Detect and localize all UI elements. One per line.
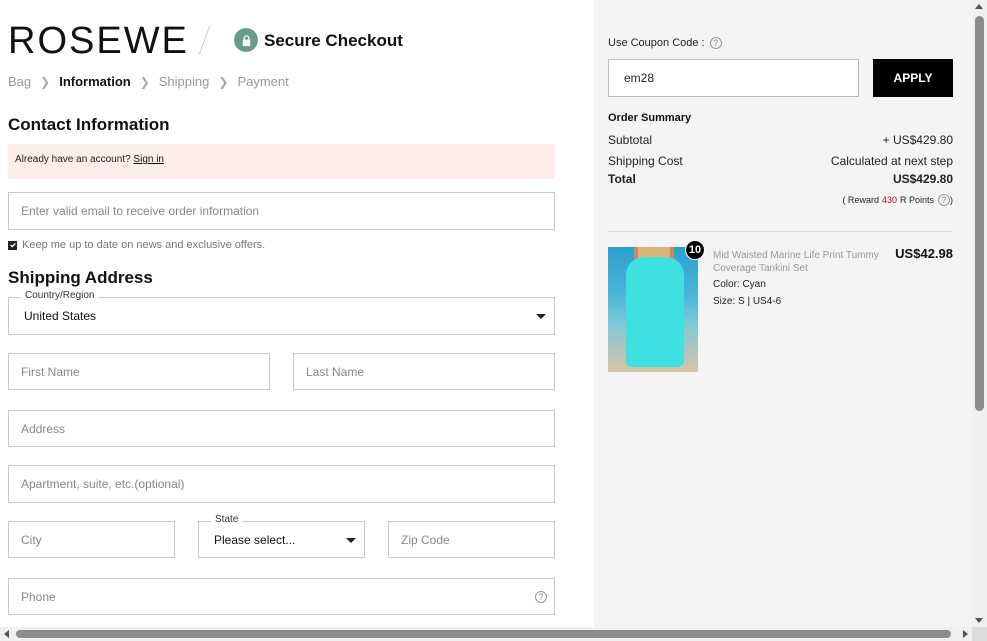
shipping-cost-row: Shipping Cost Calculated at next step	[608, 154, 953, 168]
product-name[interactable]: Mid Waisted Marine Life Print Tummy Cove…	[713, 249, 888, 275]
email-placeholder: Enter valid email to receive order infor…	[21, 204, 260, 218]
caret-down-icon	[536, 314, 546, 319]
account-notice: Already have an account? Sign in	[8, 144, 555, 179]
last-name-field[interactable]: Last Name	[293, 353, 555, 390]
order-summary-title: Order Summary	[608, 112, 692, 124]
header-divider	[198, 25, 211, 55]
address-placeholder: Address	[21, 421, 66, 436]
country-label: Country/Region	[21, 290, 99, 301]
coupon-label: Use Coupon Code : ?	[608, 37, 722, 49]
phone-field[interactable]: Phone ?	[8, 578, 555, 615]
chevron-right-icon: ❯	[40, 74, 51, 89]
contact-title: Contact Information	[8, 115, 170, 134]
email-field[interactable]: Enter valid email to receive order infor…	[8, 192, 555, 230]
breadcrumb-bag[interactable]: Bag	[8, 74, 31, 89]
reward-prefix: ( Reward	[842, 195, 879, 205]
signin-link[interactable]: Sign in	[133, 154, 164, 165]
country-value: United States	[24, 309, 97, 323]
reward-suffix: R Points	[899, 195, 934, 205]
product-price: US$42.98	[895, 246, 953, 261]
subtotal-value: + US$429.80	[882, 133, 953, 147]
help-icon[interactable]: ?	[709, 37, 722, 49]
coupon-label-text: Use Coupon Code :	[608, 37, 705, 49]
scrollbar-corner	[972, 627, 987, 641]
apartment-field[interactable]: Apartment, suite, etc.(optional)	[8, 465, 555, 503]
scroll-down-icon[interactable]	[975, 618, 983, 623]
reward-points: ( Reward 430 R Points ? )	[842, 194, 953, 206]
zip-field[interactable]: Zip Code	[388, 521, 555, 558]
apartment-placeholder: Apartment, suite, etc.(optional)	[21, 477, 185, 491]
chevron-right-icon: ❯	[218, 74, 229, 89]
state-select[interactable]: State Please select...	[198, 514, 365, 558]
summary-divider	[608, 231, 953, 232]
help-icon[interactable]: ?	[938, 194, 950, 206]
subtotal-row: Subtotal + US$429.80	[608, 133, 953, 147]
city-field[interactable]: City	[8, 521, 175, 558]
shipping-title: Shipping Address	[8, 268, 153, 287]
product-size: Size: S | US4-6	[713, 296, 782, 307]
account-notice-text: Already have an account?	[15, 154, 131, 165]
vertical-scroll-thumb[interactable]	[975, 16, 984, 411]
last-name-placeholder: Last Name	[306, 364, 365, 379]
subtotal-label: Subtotal	[608, 133, 653, 147]
breadcrumb-shipping: Shipping	[158, 74, 210, 89]
secure-checkout-label: Secure Checkout	[264, 31, 403, 50]
breadcrumb-information: Information	[59, 74, 131, 89]
state-value: Please select...	[214, 532, 296, 547]
coupon-value: em28	[624, 71, 655, 85]
chevron-right-icon: ❯	[139, 74, 150, 89]
coupon-input[interactable]: em28	[608, 59, 859, 97]
help-icon[interactable]: ?	[535, 590, 547, 603]
total-label: Total	[608, 172, 636, 186]
scroll-up-icon[interactable]	[975, 4, 983, 9]
total-row: Total US$429.80	[608, 172, 953, 186]
address-field[interactable]: Address	[8, 410, 555, 447]
breadcrumb: Bag ❯ Information ❯ Shipping ❯ Payment	[8, 74, 289, 89]
city-placeholder: City	[21, 532, 42, 547]
newsletter-checkbox[interactable]	[8, 240, 17, 250]
apply-coupon-button[interactable]: APPLY	[873, 59, 953, 97]
horizontal-scrollbar[interactable]	[0, 627, 972, 641]
lock-icon	[234, 28, 258, 52]
checkout-page: ROSEWE Secure Checkout Bag ❯ Information…	[0, 0, 987, 641]
first-name-field[interactable]: First Name	[8, 353, 270, 390]
scroll-left-icon[interactable]	[4, 630, 9, 638]
reward-points-value: 430	[881, 195, 897, 205]
caret-down-icon	[346, 537, 356, 543]
total-value: US$429.80	[892, 172, 953, 186]
newsletter-label: Keep me up to date on news and exclusive…	[22, 239, 266, 251]
country-select[interactable]: Country/Region United States	[8, 290, 555, 335]
horizontal-scroll-thumb[interactable]	[16, 630, 951, 638]
phone-placeholder: Phone	[21, 589, 56, 604]
product-color: Color: Cyan	[713, 279, 766, 290]
state-label: State	[211, 514, 243, 525]
product-image[interactable]	[608, 247, 698, 372]
quantity-badge: 10	[685, 240, 705, 260]
order-summary-column: Use Coupon Code : ? em28 APPLY Order Sum…	[594, 0, 972, 627]
reward-close-paren: )	[950, 195, 953, 205]
shipping-cost-value: Calculated at next step	[830, 154, 953, 168]
breadcrumb-payment: Payment	[237, 74, 289, 89]
scroll-right-icon[interactable]	[963, 630, 968, 638]
newsletter-option[interactable]: Keep me up to date on news and exclusive…	[8, 239, 265, 251]
checkout-form-column: ROSEWE Secure Checkout Bag ❯ Information…	[0, 0, 594, 627]
shipping-cost-label: Shipping Cost	[608, 154, 683, 168]
first-name-placeholder: First Name	[21, 364, 80, 379]
brand-logo[interactable]: ROSEWE	[8, 22, 189, 60]
zip-placeholder: Zip Code	[401, 532, 450, 547]
vertical-scrollbar[interactable]	[972, 0, 987, 627]
